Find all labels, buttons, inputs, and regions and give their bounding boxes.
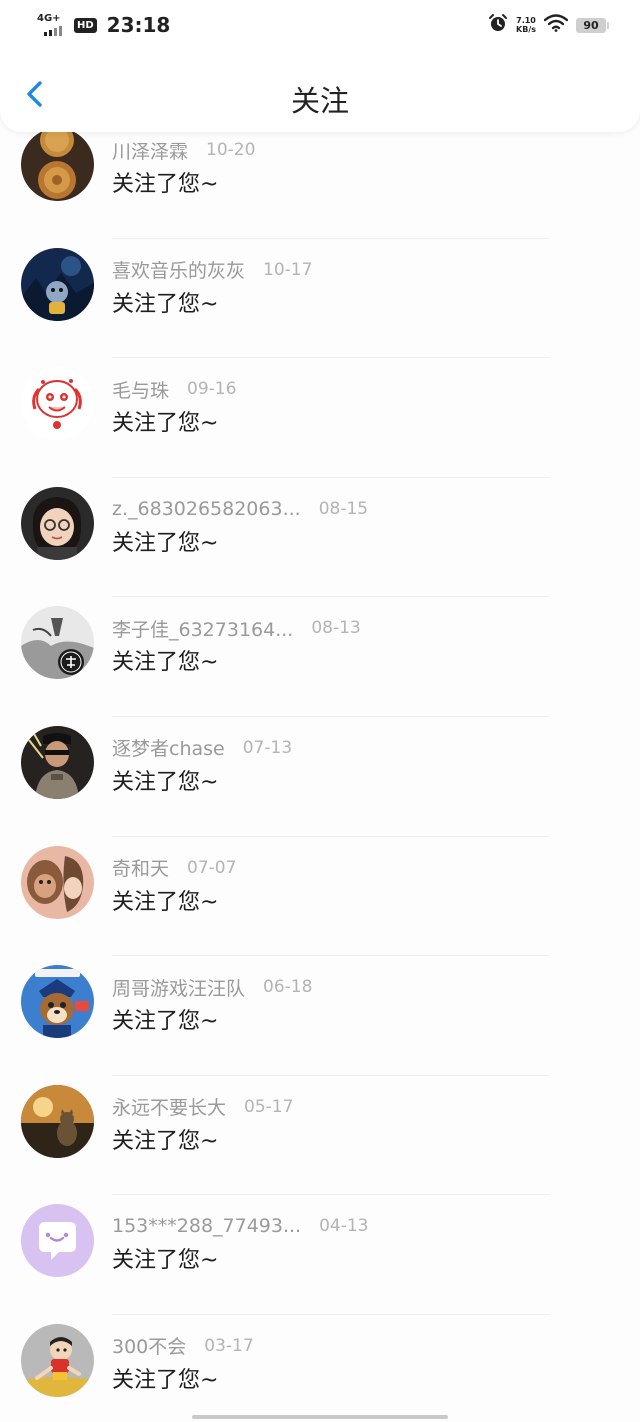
item-message: 关注了您~ — [112, 172, 219, 197]
item-date: 10-17 — [263, 259, 313, 280]
avatar[interactable] — [21, 367, 94, 441]
list-item[interactable]: 喜欢音乐的灰灰 10-17 关注了您~ — [0, 239, 640, 359]
user-name[interactable]: 永远不要长大 — [112, 1093, 226, 1120]
item-meta: 毛与珠 09-16 — [112, 376, 236, 402]
user-name[interactable]: 李子佳_63273164... — [112, 615, 293, 642]
avatar[interactable] — [21, 1323, 94, 1397]
item-date: 08-15 — [318, 498, 369, 519]
item-message: 关注了您~ — [112, 1128, 219, 1154]
user-name[interactable]: 逐梦者chase — [112, 734, 225, 761]
item-message: 关注了您~ — [112, 530, 219, 556]
list-item[interactable]: 153***288_77493... 04-13 关注了您~ — [0, 1195, 640, 1315]
item-message: 关注了您~ — [112, 411, 219, 437]
status-bar: 4G+ HD 23:18 7.10 KB/s 90 — [0, 0, 640, 50]
item-date: 07-13 — [242, 737, 293, 758]
avatar[interactable] — [21, 486, 94, 560]
item-message: 关注了您~ — [112, 650, 219, 676]
item-meta: 李子佳_63273164... 08-13 — [112, 615, 361, 641]
user-name[interactable]: 周哥游戏汪汪队 — [112, 974, 245, 1001]
notification-list[interactable]: 川泽泽霖 10-20 关注了您~ 喜欢音乐的灰灰 10-17 关注了您~ 毛与珠… — [0, 132, 640, 1422]
item-meta: 300不会 03-17 — [112, 1333, 254, 1359]
alarm-icon — [488, 13, 508, 37]
user-name[interactable]: 奇和天 — [112, 854, 169, 881]
status-time: 23:18 — [106, 13, 171, 37]
page-title: 关注 — [290, 84, 349, 118]
list-item[interactable]: 逐梦者chase 07-13 关注了您~ — [0, 717, 640, 837]
user-name[interactable]: 川泽泽霖 — [112, 137, 188, 164]
list-item[interactable]: 李子佳_63273164... 08-13 关注了您~ — [0, 597, 640, 717]
speed-value: 7.10 — [516, 16, 536, 25]
item-date: 08-13 — [311, 618, 361, 639]
item-message: 关注了您~ — [112, 1009, 219, 1035]
item-date: 04-13 — [319, 1216, 369, 1237]
item-date: 03-17 — [204, 1335, 254, 1356]
cellular-signal-icon: 4G+ — [36, 11, 66, 39]
avatar[interactable] — [21, 247, 94, 321]
item-meta: 川泽泽霖 10-20 — [112, 137, 255, 163]
avatar[interactable] — [21, 965, 94, 1039]
list-item[interactable]: 川泽泽霖 10-20 关注了您~ — [0, 132, 640, 239]
item-message: 关注了您~ — [112, 1248, 219, 1274]
avatar[interactable] — [21, 132, 94, 201]
battery-icon: 90 — [576, 17, 609, 33]
user-name[interactable]: 喜欢音乐的灰灰 — [112, 256, 245, 283]
item-meta: 奇和天 07-07 — [112, 855, 236, 881]
item-date: 05-17 — [244, 1096, 294, 1117]
list-item[interactable]: 毛与珠 09-16 关注了您~ — [0, 358, 640, 478]
list-item[interactable]: 300不会 03-17 关注了您~ — [0, 1315, 640, 1422]
user-name[interactable]: 153***288_77493... — [112, 1215, 301, 1237]
item-meta: 153***288_77493... 04-13 — [112, 1213, 369, 1239]
network-type: 4G+ — [37, 13, 61, 24]
item-message: 关注了您~ — [112, 769, 219, 795]
avatar[interactable] — [21, 606, 94, 680]
nav-header: 关注 — [0, 50, 640, 132]
item-date: 09-16 — [187, 379, 237, 400]
avatar[interactable] — [21, 845, 94, 919]
home-indicator[interactable] — [192, 1415, 448, 1419]
item-meta: 周哥游戏汪汪队 06-18 — [112, 974, 312, 1000]
item-meta: 逐梦者chase 07-13 — [112, 735, 292, 761]
user-name[interactable]: 毛与珠 — [112, 376, 169, 403]
user-name[interactable]: 300不会 — [112, 1332, 186, 1359]
speed-unit: KB/s — [516, 25, 536, 34]
item-meta: 喜欢音乐的灰灰 10-17 — [112, 257, 312, 283]
avatar[interactable] — [21, 725, 94, 799]
list-item[interactable]: 周哥游戏汪汪队 06-18 关注了您~ — [0, 956, 640, 1076]
item-meta: 永远不要长大 05-17 — [112, 1094, 293, 1120]
item-meta: z._683026582063... 08-15 — [112, 496, 368, 522]
status-right: 7.10 KB/s 90 — [488, 12, 609, 38]
list-item[interactable]: z._683026582063... 08-15 关注了您~ — [0, 478, 640, 598]
user-name[interactable]: z._683026582063... — [112, 498, 301, 520]
hd-badge: HD — [74, 17, 97, 33]
item-date: 10-20 — [206, 140, 256, 160]
list-item[interactable]: 奇和天 07-07 关注了您~ — [0, 837, 640, 957]
list-item[interactable]: 永远不要长大 05-17 关注了您~ — [0, 1076, 640, 1196]
item-date: 06-18 — [263, 977, 313, 998]
network-speed: 7.10 KB/s — [516, 16, 536, 34]
battery-level: 90 — [583, 18, 599, 32]
item-date: 07-07 — [187, 857, 237, 878]
item-message: 关注了您~ — [112, 889, 219, 915]
status-left: 4G+ HD 23:18 — [36, 10, 170, 40]
item-message: 关注了您~ — [112, 291, 219, 317]
avatar[interactable] — [21, 1084, 94, 1158]
avatar[interactable] — [21, 1204, 94, 1278]
item-message: 关注了您~ — [112, 1367, 219, 1393]
wifi-icon — [543, 14, 569, 36]
